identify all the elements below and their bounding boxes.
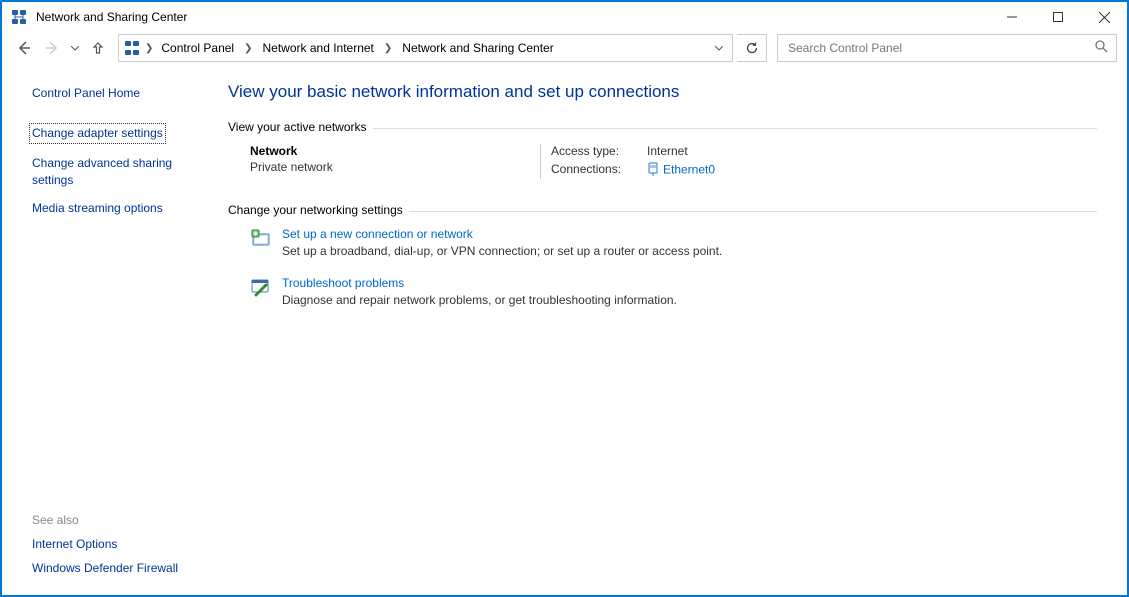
address-bar[interactable]: ❯ Control Panel ❯ Network and Internet ❯… [118,34,733,62]
access-type-value: Internet [647,144,715,158]
setup-connection-link[interactable]: Set up a new connection or network [282,227,473,241]
network-name: Network [250,144,540,158]
setup-connection-icon [250,227,272,249]
chevron-right-icon[interactable]: ❯ [380,43,396,54]
refresh-button[interactable] [737,34,767,62]
app-icon [10,8,28,26]
setup-connection-desc: Set up a broadband, dial-up, or VPN conn… [282,244,722,258]
search-icon[interactable] [1095,40,1108,56]
forward-button[interactable] [40,36,64,60]
recent-locations-button[interactable] [68,46,82,51]
location-icon [123,39,141,57]
network-type: Private network [250,160,540,174]
active-networks-header: View your active networks [228,120,1097,134]
troubleshoot-desc: Diagnose and repair network problems, or… [282,293,677,307]
breadcrumb-item[interactable]: Network and Sharing Center [398,39,557,57]
control-panel-home-link[interactable]: Control Panel Home [32,86,212,100]
up-button[interactable] [86,36,110,60]
address-dropdown-button[interactable] [710,46,728,51]
search-box[interactable] [777,34,1117,62]
connection-link[interactable]: Ethernet0 [663,163,715,177]
setup-connection-item: Set up a new connection or network Set u… [250,227,1097,258]
sidebar: Control Panel Home Change adapter settin… [2,68,212,595]
troubleshoot-link[interactable]: Troubleshoot problems [282,276,404,290]
title-bar: Network and Sharing Center [2,2,1127,32]
main-content: View your basic network information and … [212,68,1127,595]
page-title: View your basic network information and … [228,82,1097,102]
maximize-button[interactable] [1035,2,1081,32]
back-button[interactable] [12,36,36,60]
chevron-right-icon[interactable]: ❯ [240,43,256,54]
troubleshoot-icon [250,276,272,298]
change-advanced-sharing-link[interactable]: Change advanced sharing settings [32,155,212,189]
search-input[interactable] [786,40,1095,56]
navigation-bar: ❯ Control Panel ❯ Network and Internet ❯… [2,32,1127,68]
windows-defender-firewall-link[interactable]: Windows Defender Firewall [32,561,212,575]
troubleshoot-item: Troubleshoot problems Diagnose and repai… [250,276,1097,307]
ethernet-icon [647,162,659,179]
chevron-right-icon[interactable]: ❯ [145,43,153,54]
minimize-button[interactable] [989,2,1035,32]
change-adapter-settings-link[interactable]: Change adapter settings [30,124,165,143]
media-streaming-options-link[interactable]: Media streaming options [32,200,212,217]
breadcrumb-item[interactable]: Control Panel [157,39,238,57]
see-also-header: See also [32,513,212,527]
internet-options-link[interactable]: Internet Options [32,537,212,551]
breadcrumb: Control Panel ❯ Network and Internet ❯ N… [157,39,557,57]
change-settings-header: Change your networking settings [228,203,1097,217]
window-title: Network and Sharing Center [36,10,989,24]
breadcrumb-item[interactable]: Network and Internet [259,39,378,57]
connections-label: Connections: [551,162,641,179]
close-button[interactable] [1081,2,1127,32]
active-network: Network Private network Access type: Int… [250,144,1097,179]
access-type-label: Access type: [551,144,641,158]
window-controls [989,2,1127,32]
